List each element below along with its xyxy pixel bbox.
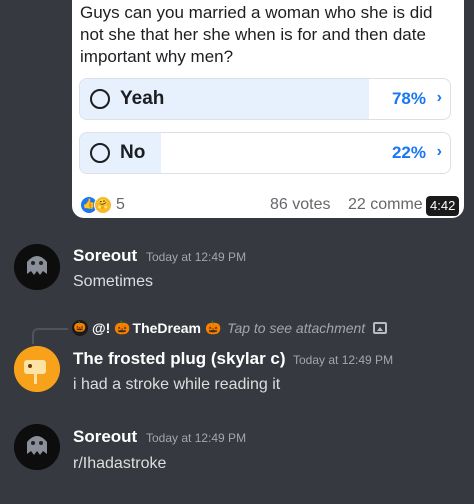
chevron-right-icon: › [436, 89, 442, 106]
pumpkin-icon: 🎃 [114, 320, 131, 335]
reply-tap-text: Tap to see attachment [227, 320, 366, 336]
image-icon [373, 322, 388, 334]
reply-connector-line [32, 328, 68, 344]
poll-option-percent: 22% [391, 143, 426, 162]
message-text: Sometimes [73, 273, 154, 290]
frosted-avatar-icon [14, 346, 60, 392]
username[interactable]: Soreout [73, 427, 137, 447]
vote-count: 86 votes [270, 196, 331, 213]
reply-preview[interactable]: 🎃 @! 🎃 TheDream 🎃 Tap to see attachment [72, 318, 388, 338]
poll-footer: 👍 🤗 5 86 votes 22 comme [80, 194, 460, 216]
message-text: r/Ihadastroke [73, 455, 167, 472]
timestamp: Today at 12:49 PM [146, 431, 247, 445]
message-text: i had a stroke while reading it [73, 376, 281, 393]
poll-option-no[interactable]: No 22% › [79, 132, 451, 174]
reply-prefix: @! [92, 320, 111, 336]
poll-option-label: Yeah [120, 88, 165, 109]
username[interactable]: Soreout [73, 246, 137, 266]
avatar[interactable] [14, 346, 60, 392]
reactions[interactable]: 👍 🤗 5 [80, 196, 125, 214]
avatar[interactable] [14, 424, 60, 470]
reply-avatar-icon: 🎃 [72, 320, 88, 336]
poll-option-yeah[interactable]: Yeah 78% › [79, 78, 451, 120]
chevron-right-icon: › [436, 143, 442, 160]
avatar[interactable] [14, 244, 60, 290]
reply-username: TheDream [132, 320, 201, 336]
ghost-avatar-icon [14, 244, 60, 290]
radio-circle-icon [90, 143, 110, 163]
poll-screenshot-attachment[interactable]: Guys can you married a woman who she is … [72, 0, 464, 218]
care-reaction-icon: 🤗 [94, 196, 112, 214]
radio-circle-icon [90, 89, 110, 109]
timestamp: Today at 12:49 PM [293, 353, 394, 367]
video-time-badge: 4:42 [426, 196, 460, 216]
poll-option-label: No [120, 142, 146, 163]
pumpkin-icon: 🎃 [204, 320, 222, 335]
reaction-count: 5 [116, 196, 125, 213]
username[interactable]: The frosted plug (skylar c) [73, 349, 286, 369]
poll-question: Guys can you married a woman who she is … [80, 3, 433, 66]
comment-count: 22 comme [348, 196, 423, 213]
poll-option-percent: 78% [391, 89, 426, 108]
timestamp: Today at 12:49 PM [146, 250, 247, 264]
ghost-avatar-icon [14, 424, 60, 470]
